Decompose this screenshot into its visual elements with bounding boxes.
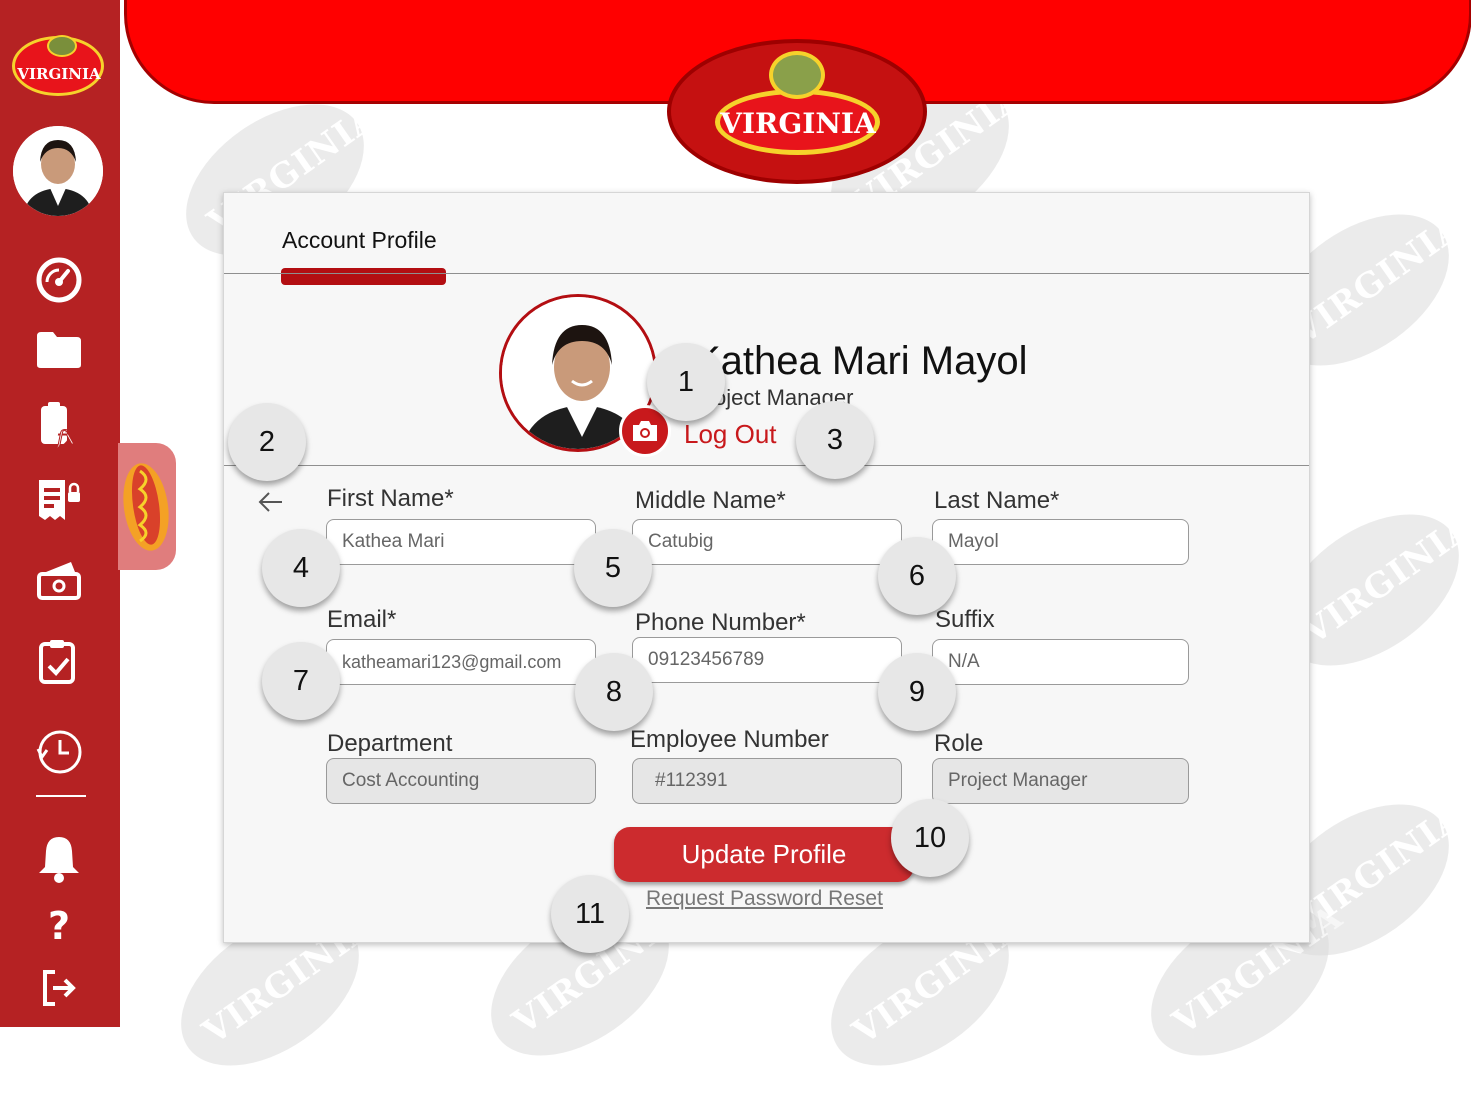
history-clock-icon[interactable] bbox=[33, 726, 85, 778]
middle-name-label: Middle Name* bbox=[635, 487, 786, 514]
brand-logo: VIRGINIA bbox=[667, 39, 927, 184]
suffix-label: Suffix bbox=[935, 606, 995, 633]
folder-icon[interactable] bbox=[33, 324, 85, 376]
user-avatar[interactable] bbox=[13, 126, 103, 216]
role-input bbox=[932, 758, 1189, 804]
phone-number-label: Phone Number* bbox=[635, 609, 806, 636]
first-name-label: First Name* bbox=[327, 485, 454, 512]
help-icon[interactable]: ? bbox=[33, 900, 85, 952]
annotation-marker: 10 bbox=[891, 799, 969, 877]
profile-full-name: Kathea Mari Mayol bbox=[694, 339, 1028, 383]
last-name-input[interactable] bbox=[932, 519, 1189, 565]
annotation-marker: 3 bbox=[796, 401, 874, 479]
annotation-marker: 7 bbox=[262, 642, 340, 720]
tab-account-profile[interactable]: Account Profile bbox=[282, 227, 437, 254]
notification-bell-icon[interactable] bbox=[33, 832, 85, 884]
update-profile-button[interactable]: Update Profile bbox=[614, 827, 914, 882]
hotdog-icon bbox=[123, 463, 169, 551]
suffix-input[interactable] bbox=[932, 639, 1189, 685]
account-profile-card: Account Profile Kathea Mari Mayol Projec… bbox=[223, 192, 1310, 943]
cash-icon[interactable] bbox=[33, 554, 85, 606]
brand-logo-emblem bbox=[769, 51, 825, 99]
logout-link[interactable]: Log Out bbox=[684, 419, 777, 450]
annotation-marker: 6 bbox=[878, 537, 956, 615]
employee-number-input bbox=[632, 758, 902, 804]
report-lock-icon[interactable] bbox=[33, 474, 85, 526]
department-label: Department bbox=[327, 730, 453, 757]
sidebar-logo[interactable]: VIRGINIA bbox=[12, 35, 104, 96]
annotation-marker: 2 bbox=[228, 403, 306, 481]
back-arrow-icon[interactable] bbox=[256, 487, 286, 517]
sidebar-logo-emblem bbox=[47, 35, 77, 57]
email-label: Email* bbox=[327, 606, 397, 633]
first-name-input[interactable] bbox=[326, 519, 596, 565]
sidebar-divider bbox=[36, 795, 86, 797]
annotation-marker: 1 bbox=[647, 343, 725, 421]
email-input[interactable] bbox=[326, 639, 596, 685]
last-name-label: Last Name* bbox=[934, 487, 1060, 514]
role-label: Role bbox=[934, 730, 984, 757]
profile-divider bbox=[224, 465, 1309, 466]
annotation-marker: 4 bbox=[262, 529, 340, 607]
help-glyph: ? bbox=[47, 904, 71, 948]
camera-icon bbox=[633, 421, 657, 441]
annotation-marker: 8 bbox=[575, 653, 653, 731]
header-divider bbox=[224, 273, 1309, 274]
employee-number-label: Employee Number bbox=[630, 726, 829, 753]
logout-icon[interactable] bbox=[33, 962, 85, 1014]
phone-number-input[interactable] bbox=[632, 637, 902, 683]
active-tab-indicator bbox=[281, 268, 446, 285]
request-password-reset-link[interactable]: Request Password Reset bbox=[646, 887, 883, 911]
department-input bbox=[326, 758, 596, 804]
sidebar: VIRGINIA fx ? bbox=[0, 0, 120, 1027]
middle-name-input[interactable] bbox=[632, 519, 902, 565]
dashboard-gauge-icon[interactable] bbox=[33, 254, 85, 306]
svg-text:fx: fx bbox=[55, 425, 76, 448]
side-tab[interactable] bbox=[118, 443, 176, 570]
task-checklist-icon[interactable] bbox=[33, 636, 85, 688]
sidebar-logo-text: VIRGINIA bbox=[17, 65, 101, 83]
annotation-marker: 5 bbox=[574, 529, 652, 607]
annotation-marker: 9 bbox=[878, 653, 956, 731]
brand-logo-text: VIRGINIA bbox=[720, 107, 876, 140]
annotation-marker: 11 bbox=[551, 875, 629, 953]
clipboard-formula-icon[interactable]: fx bbox=[33, 398, 85, 450]
